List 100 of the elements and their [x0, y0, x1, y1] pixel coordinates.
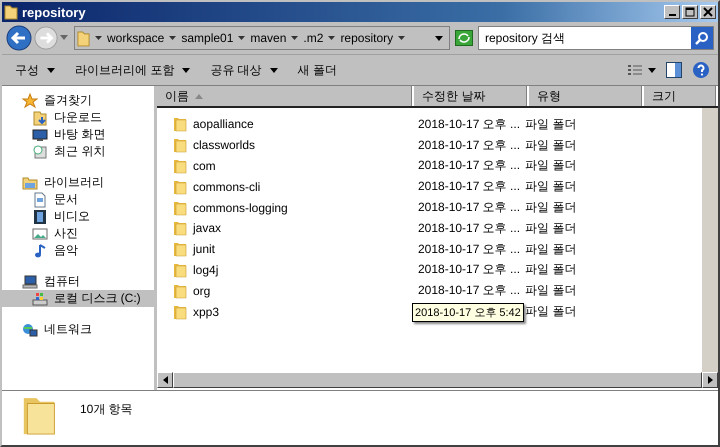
breadcrumb-caret-icon[interactable]: [238, 36, 246, 40]
toolbar-button[interactable]: 구성: [10, 60, 60, 80]
folder-icon: [4, 4, 18, 20]
file-name[interactable]: com: [193, 158, 216, 173]
file-name[interactable]: commons-cli: [193, 180, 260, 194]
date-cell: 2018-10-17 오후 ...: [418, 116, 520, 131]
type-cell: 파일 폴더: [525, 304, 576, 318]
date-cell: 2018-10-17 오후 ...: [418, 179, 520, 194]
horizontal-scrollbar[interactable]: [157, 372, 718, 388]
breadcrumb-caret-icon[interactable]: [398, 36, 406, 40]
sort-ascending-icon: [195, 94, 203, 98]
maximize-button[interactable]: [682, 5, 698, 19]
help-icon[interactable]: [692, 61, 710, 79]
file-name[interactable]: log4j: [193, 262, 218, 277]
sidebar-item[interactable]: 사진: [2, 225, 154, 242]
close-icon: [703, 7, 713, 17]
vertical-scrollbar[interactable]: [702, 108, 718, 372]
breadcrumb-caret-icon[interactable]: [291, 36, 298, 40]
column-header[interactable]: 유형: [529, 86, 644, 106]
sidebar-item[interactable]: 네트워크: [2, 321, 154, 338]
date-cell: 2018-10-17 오후 ...: [418, 200, 520, 214]
breadcrumb[interactable]: repository: [340, 31, 394, 45]
close-button[interactable]: [700, 5, 716, 19]
sidebar-item[interactable]: 다운로드: [2, 109, 154, 126]
preview-pane-icon[interactable]: [666, 62, 682, 78]
breadcrumb-caret-icon[interactable]: [169, 36, 176, 40]
refresh-button[interactable]: [455, 30, 473, 46]
sidebar-item[interactable]: 라이브러리: [2, 174, 154, 191]
folder-icon: [173, 220, 187, 236]
search-box[interactable]: repository 검색: [478, 26, 714, 50]
minimize-button[interactable]: [664, 5, 680, 19]
tooltip: 2018-10-17 오후 5:42: [412, 302, 524, 322]
breadcrumb[interactable]: .m2: [303, 31, 324, 45]
folder-icon: [173, 282, 187, 299]
type-cell: 파일 폴더: [525, 242, 576, 256]
scroll-left-icon[interactable]: [162, 376, 168, 384]
type-cell: 파일 폴더: [525, 116, 576, 131]
view-list-icon[interactable]: [628, 64, 642, 76]
file-name[interactable]: classworlds: [193, 138, 256, 152]
file-name[interactable]: junit: [193, 242, 216, 256]
caret-icon: [270, 68, 278, 72]
history-caret-icon[interactable]: [60, 35, 68, 41]
folder-icon: [173, 137, 187, 154]
toolbar-button[interactable]: 새 폴더: [292, 60, 342, 80]
star-icon: [22, 92, 38, 108]
date-cell: 2018-10-17 오후 ...: [418, 138, 520, 152]
date-cell: 2018-10-17 오후 ...: [418, 242, 520, 256]
window-title: repository: [22, 4, 86, 20]
toolbar-button[interactable]: 공유 대상: [205, 60, 283, 80]
folder-icon: [77, 30, 90, 46]
file-name[interactable]: javax: [193, 221, 222, 236]
column-header[interactable]: 크기: [644, 86, 718, 106]
breadcrumb[interactable]: workspace: [107, 31, 164, 45]
caret-icon: [47, 68, 55, 72]
recent-icon: [32, 144, 48, 160]
sidebar-item[interactable]: 최근 위치: [2, 143, 154, 160]
file-name[interactable]: commons-logging: [193, 200, 288, 215]
folder-icon: [173, 178, 187, 195]
file-name[interactable]: aopalliance: [193, 117, 254, 132]
address-field[interactable]: workspace sample01 maven .m2 repository: [74, 26, 450, 50]
folder-icon: [173, 262, 187, 278]
download-icon: [32, 110, 48, 126]
scroll-right-icon[interactable]: [708, 376, 712, 384]
toolbar-button[interactable]: 라이브러리에 포함: [70, 60, 196, 80]
caret-icon: [182, 68, 190, 72]
network-icon: [22, 322, 38, 338]
document-icon: [32, 192, 48, 208]
file-name[interactable]: xpp3: [193, 304, 220, 319]
photo-icon: [32, 226, 48, 242]
sidebar-item[interactable]: 바탕 화면: [2, 126, 154, 143]
sidebar-item[interactable]: 음악: [2, 242, 154, 259]
desktop-icon: [32, 126, 48, 142]
column-header[interactable]: 이름: [157, 86, 414, 106]
dropdown-caret-icon[interactable]: [435, 36, 443, 40]
breadcrumb[interactable]: maven: [250, 31, 286, 45]
search-icon: [695, 31, 709, 45]
date-cell: 2018-10-17 오후 ...: [418, 262, 520, 276]
breadcrumb-caret-icon[interactable]: [328, 36, 336, 40]
minimize-icon: [668, 14, 676, 16]
folder-icon: [173, 241, 187, 258]
back-button[interactable]: [6, 25, 32, 51]
breadcrumb-caret-icon[interactable]: [95, 36, 102, 40]
type-cell: 파일 폴더: [525, 262, 576, 276]
folder-icon: [173, 158, 187, 174]
type-cell: 파일 폴더: [525, 158, 576, 172]
breadcrumb[interactable]: sample01: [181, 31, 234, 45]
view-caret-icon[interactable]: [648, 68, 656, 72]
sidebar-item[interactable]: 컴퓨터: [2, 273, 154, 290]
sidebar-item[interactable]: 문서: [2, 191, 154, 208]
type-cell: 파일 폴더: [525, 283, 576, 298]
type-cell: 파일 폴더: [525, 220, 576, 235]
column-header[interactable]: 수정한 날짜: [414, 86, 529, 106]
sidebar-item[interactable]: 즐겨찾기: [2, 92, 154, 109]
sidebar-item[interactable]: 로컬 디스크 (C:): [2, 290, 154, 307]
date-cell: 2018-10-17 오후 ...: [418, 220, 520, 235]
type-cell: 파일 폴더: [525, 200, 576, 214]
folder-icon: [173, 116, 187, 132]
search-button[interactable]: [691, 27, 713, 49]
file-name[interactable]: org: [193, 284, 210, 298]
sidebar-item[interactable]: 비디오: [2, 208, 154, 225]
